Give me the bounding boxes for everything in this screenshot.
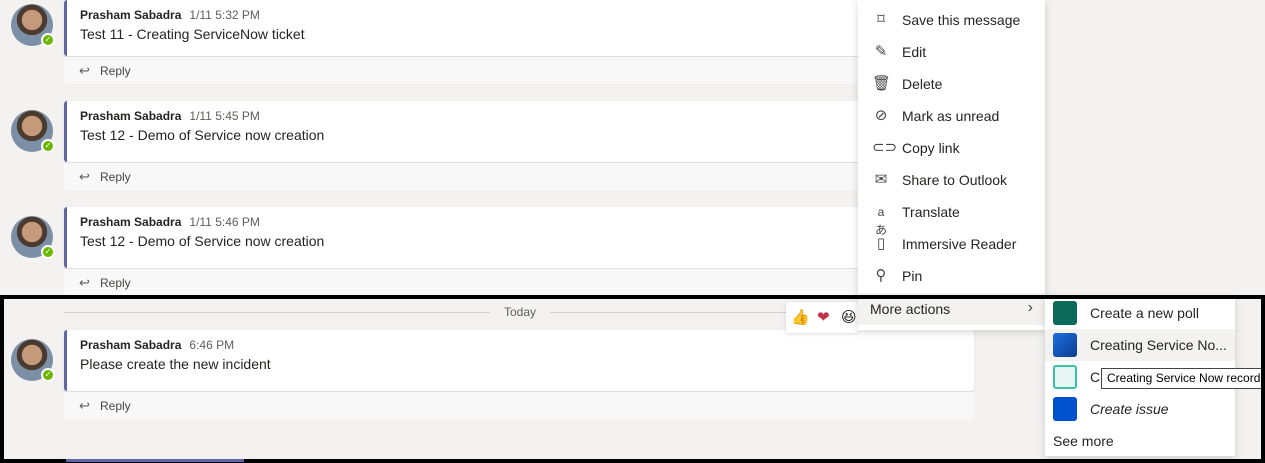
translate-icon: aあ <box>874 205 887 237</box>
message-author: Prasham Sabadra <box>80 338 182 352</box>
submenu-item-label: Create issue <box>1090 401 1169 417</box>
message-time: 1/11 5:45 PM <box>189 109 260 123</box>
message-card[interactable]: Prasham Sabadra 1/11 5:46 PM Test 12 - De… <box>64 207 974 268</box>
menu-item-label: Mark as unread <box>902 108 1000 124</box>
menu-item-copy-link[interactable]: ⊂⊃ Copy link <box>858 132 1045 164</box>
message-author: Prasham Sabadra <box>80 109 182 123</box>
compose-accent <box>66 459 244 462</box>
bookmark-icon: ⌑ <box>877 11 885 28</box>
menu-item-label: Translate <box>902 204 960 220</box>
reply-icon: ↩ <box>79 275 90 290</box>
polly-app-icon <box>1053 301 1077 325</box>
menu-item-label: Delete <box>902 76 943 92</box>
message-author: Prasham Sabadra <box>80 8 182 22</box>
message-author: Prasham Sabadra <box>80 215 182 229</box>
menu-item-label: Edit <box>902 44 927 60</box>
reply-label: Reply <box>100 170 131 184</box>
see-more-link[interactable]: See more <box>1053 433 1114 449</box>
submenu-item-create-issue[interactable]: Create issue <box>1045 393 1235 425</box>
message-card[interactable]: Prasham Sabadra 1/11 5:45 PM Test 12 - De… <box>64 101 974 162</box>
menu-item-pin[interactable]: ⚲ Pin <box>858 260 1045 292</box>
reaction-bar: 👍 ❤ 😆 <box>786 302 858 333</box>
submenu-item-label: Creating Service No... <box>1090 337 1227 353</box>
avatar[interactable]: ✓ <box>11 339 55 382</box>
laugh-icon[interactable]: 😆 <box>841 308 857 326</box>
menu-item-label: Copy link <box>902 140 960 156</box>
pencil-icon: ✎ <box>874 43 888 60</box>
reply-label: Reply <box>100 399 131 413</box>
azure-devops-icon <box>1053 333 1077 357</box>
link-icon: ⊂⊃ <box>872 139 898 156</box>
menu-item-translate[interactable]: aあ Translate <box>858 196 1045 237</box>
heart-icon[interactable]: ❤ <box>817 308 830 326</box>
reply-icon: ↩ <box>79 398 90 413</box>
immersive-reader-icon: ▯ <box>876 235 886 252</box>
reply-icon: ↩ <box>79 169 90 184</box>
avatar[interactable]: ✓ <box>11 110 55 153</box>
menu-item-more-actions[interactable]: More actions › <box>858 293 1045 325</box>
reply-label: Reply <box>100 276 131 290</box>
menu-item-mark-unread[interactable]: ⊘ Mark as unread <box>858 100 1045 132</box>
reply-button[interactable]: ↩ Reply <box>64 391 974 419</box>
servicenow-app-icon <box>1053 365 1077 389</box>
reply-button[interactable]: ↩ Reply <box>64 268 974 296</box>
mail-icon: ✉ <box>874 171 888 188</box>
tooltip: Creating Service Now record <box>1101 368 1265 389</box>
presence-available-icon: ✓ <box>41 33 55 47</box>
menu-item-label: Share to Outlook <box>902 172 1008 188</box>
menu-item-label: Save this message <box>902 12 1021 28</box>
pin-icon: ⚲ <box>875 267 887 284</box>
date-divider-label: Today <box>490 305 551 319</box>
thumbs-up-icon[interactable]: 👍 <box>791 308 810 326</box>
jira-icon <box>1053 397 1077 421</box>
menu-item-share-outlook[interactable]: ✉ Share to Outlook <box>858 164 1045 196</box>
menu-item-immersive-reader[interactable]: ▯ Immersive Reader <box>858 228 1045 260</box>
submenu-item-creating-service-now[interactable]: Creating Service No... <box>1045 329 1235 361</box>
presence-available-icon: ✓ <box>41 368 55 382</box>
submenu-item-create-poll[interactable]: Create a new poll <box>1045 297 1235 329</box>
submenu-item-label: Create a new poll <box>1090 305 1199 321</box>
message-time: 1/11 5:32 PM <box>189 8 260 22</box>
unread-icon: ⊘ <box>874 107 888 124</box>
message-card[interactable]: Prasham Sabadra 1/11 5:32 PM Test 11 - Cr… <box>64 0 974 56</box>
presence-available-icon: ✓ <box>41 245 55 259</box>
avatar[interactable]: ✓ <box>11 216 55 259</box>
message-text: Please create the new incident <box>80 356 271 372</box>
message-card[interactable]: Prasham Sabadra 6:46 PM Please create the… <box>64 330 974 391</box>
submenu-item-label: C <box>1090 369 1101 385</box>
reply-button[interactable]: ↩ Reply <box>64 162 974 190</box>
menu-item-label: Pin <box>902 268 923 284</box>
menu-item-delete[interactable]: 🗑 Delete <box>858 68 1045 100</box>
presence-available-icon: ✓ <box>41 139 55 153</box>
menu-item-edit[interactable]: ✎ Edit <box>858 36 1045 68</box>
menu-item-save-message[interactable]: ⌑ Save this message <box>858 4 1045 36</box>
message-text: Test 11 - Creating ServiceNow ticket <box>80 26 305 42</box>
message-context-menu: ⌑ Save this message ✎ Edit 🗑 Delete ⊘ Mark a… <box>858 0 1045 330</box>
chevron-right-icon: › <box>1027 299 1033 316</box>
reply-label: Reply <box>100 64 131 78</box>
menu-item-label: More actions <box>870 301 951 317</box>
menu-item-label: Immersive Reader <box>902 236 1017 252</box>
reply-icon: ↩ <box>79 63 90 78</box>
avatar[interactable]: ✓ <box>11 4 55 47</box>
trash-icon: 🗑 <box>872 75 892 92</box>
reply-button[interactable]: ↩ Reply <box>64 56 974 84</box>
message-time: 6:46 PM <box>189 338 235 352</box>
message-text: Test 12 - Demo of Service now creation <box>80 233 325 249</box>
message-time: 1/11 5:46 PM <box>189 215 260 229</box>
message-text: Test 12 - Demo of Service now creation <box>80 127 325 143</box>
